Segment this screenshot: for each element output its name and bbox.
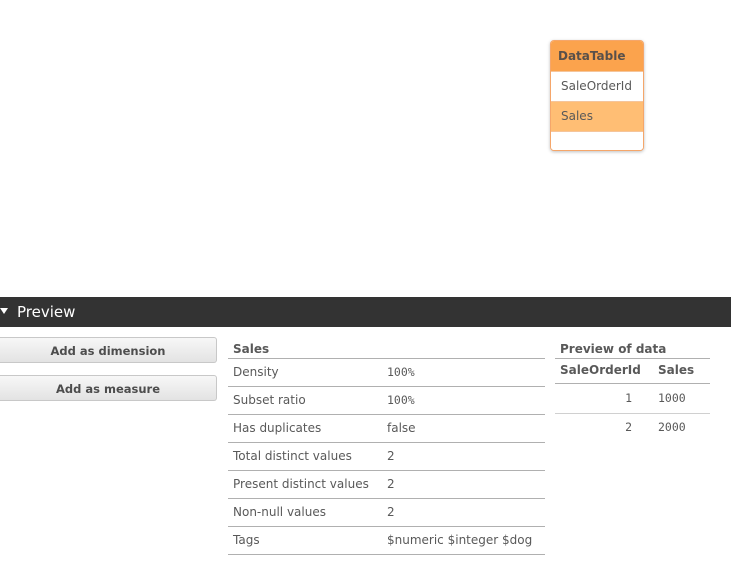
data-row: 1 1000 (555, 384, 710, 414)
field-saleorderid[interactable]: SaleOrderId (551, 71, 643, 101)
field-name-heading: Sales (228, 341, 545, 359)
property-row: Total distinct values 2 (228, 443, 545, 471)
property-label: Total distinct values (233, 449, 352, 463)
property-value: 2 (387, 505, 395, 519)
property-row: Subset ratio 100% (228, 387, 545, 415)
preview-title: Preview (17, 303, 76, 321)
property-value: 2 (387, 477, 395, 491)
data-row: 2 2000 (555, 414, 710, 441)
collapse-triangle-icon[interactable] (0, 308, 8, 314)
preview-of-data-heading: Preview of data (555, 341, 710, 359)
field-sales[interactable]: Sales (551, 101, 643, 131)
add-as-dimension-button[interactable]: Add as dimension (0, 337, 217, 363)
property-label: Subset ratio (233, 393, 306, 407)
data-cell-sales: 1000 (658, 391, 686, 405)
property-value: false (387, 421, 416, 435)
property-row: Has duplicates false (228, 415, 545, 443)
property-label: Tags (233, 533, 260, 547)
data-cell-saleorderid: 2 (625, 420, 632, 434)
column-header-sales: Sales (658, 363, 695, 377)
column-header-saleorderid: SaleOrderId (560, 363, 641, 377)
property-label: Density (233, 365, 279, 379)
table-card-title[interactable]: DataTable (551, 41, 643, 71)
preview-of-data-table: Preview of data SaleOrderId Sales 1 1000… (555, 341, 710, 441)
datatable-card[interactable]: DataTable SaleOrderId Sales (550, 40, 644, 151)
property-value: $numeric $integer $dog (387, 533, 533, 547)
data-cell-sales: 2000 (658, 420, 686, 434)
property-row: Density 100% (228, 359, 545, 387)
data-cell-saleorderid: 1 (625, 391, 632, 405)
property-row: Tags $numeric $integer $dog (228, 527, 545, 555)
property-value: 100% (387, 365, 415, 379)
property-value: 2 (387, 449, 395, 463)
property-label: Present distinct values (233, 477, 369, 491)
property-label: Non-null values (233, 505, 326, 519)
preview-panel-header[interactable]: Preview (0, 297, 731, 327)
model-canvas[interactable]: DataTable SaleOrderId Sales (0, 0, 731, 297)
property-value: 100% (387, 393, 415, 407)
field-properties-table: Sales Density 100% Subset ratio 100% Has… (228, 341, 545, 555)
data-column-headers: SaleOrderId Sales (555, 359, 710, 384)
property-row: Present distinct values 2 (228, 471, 545, 499)
property-row: Non-null values 2 (228, 499, 545, 527)
property-label: Has duplicates (233, 421, 322, 435)
add-as-measure-button[interactable]: Add as measure (0, 375, 217, 401)
table-card-footer (551, 131, 643, 150)
